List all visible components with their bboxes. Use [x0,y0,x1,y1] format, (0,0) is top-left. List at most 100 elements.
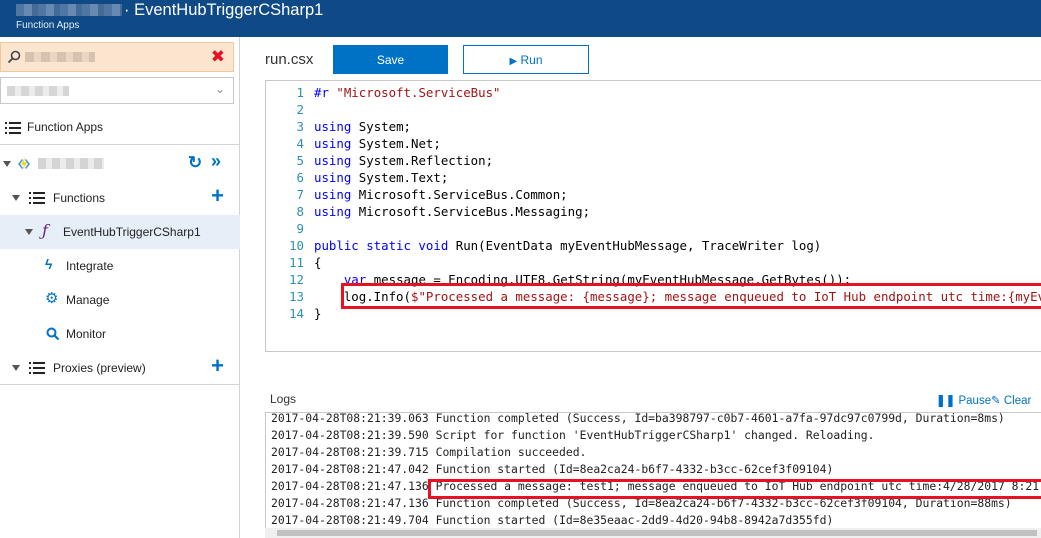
chevron-down-icon: ⌄ [214,82,225,96]
page-subtitle: Function Apps [16,20,80,31]
add-proxy-icon[interactable]: + [211,355,224,377]
code-text: } [314,305,321,322]
refresh-icon[interactable]: ↻ [188,153,202,173]
code-token: using [314,187,352,202]
page-title: · EventHubTriggerCSharp1 [124,1,324,19]
sidebar-item-monitor[interactable]: Monitor [0,317,240,351]
code-line[interactable]: 5 using System.Reflection; [266,152,1041,169]
search-text-redacted [25,52,95,62]
code-text: #r "Microsoft.ServiceBus" [314,84,501,101]
divider [0,144,240,145]
expand-icon [12,365,20,371]
sidebar-item-eventhubtriggercsharp1[interactable]: ƒ EventHubTriggerCSharp1 [0,215,240,249]
code-line[interactable]: 1 #r "Microsoft.ServiceBus" [266,84,1041,101]
code-line[interactable]: 3 using System; [266,118,1041,135]
code-token: public static void [314,238,449,253]
expand-icon [12,195,20,201]
expand-icon [3,161,11,167]
code-text: using System.Reflection; [314,152,493,169]
subscription-text-redacted [7,86,69,96]
line-number: 13 [289,289,304,304]
clear-search-icon[interactable]: ✖ [211,47,225,67]
run-button[interactable]: ▶ Run [463,45,589,74]
code-token: } [314,306,322,321]
clear-icon: ✎ [991,395,1001,407]
code-line[interactable]: 9 [266,220,1041,237]
line-number: 5 [296,153,304,168]
add-function-icon[interactable]: + [211,185,224,207]
code-token: System.Reflection; [351,153,494,168]
file-name: run.csx [265,51,314,68]
code-text: using Microsoft.ServiceBus.Messaging; [314,203,590,220]
code-line[interactable]: 2 [266,101,1041,118]
line-number: 14 [289,306,304,321]
code-token: using [314,153,352,168]
code-line[interactable]: 6 using System.Text; [266,169,1041,186]
code-token: #r [314,85,329,100]
line-number: 7 [296,187,304,202]
sidebar-item-function-apps[interactable]: Function Apps [0,110,240,144]
lightning-icon: ϟ [45,256,53,272]
search-icon [46,327,60,341]
code-token: Microsoft.ServiceBus.Messaging; [351,204,591,219]
code-line[interactable]: 10 public static void Run(EventData myEve… [266,237,1041,254]
line-number: 3 [296,119,304,134]
code-token: { [314,255,322,270]
code-text: using Microsoft.ServiceBus.Common; [314,186,568,203]
search-icon [7,50,21,64]
code-text: using System.Text; [314,169,448,186]
log-line: 2017-04-28T08:21:39.063 Function complet… [271,413,1005,425]
highlight-box-log [428,479,1041,499]
scrollbar-thumb[interactable] [277,530,1037,536]
breadcrumb-redacted[interactable] [16,4,122,16]
log-output[interactable]: 2017-04-28T08:21:39.063 Function complet… [265,413,1041,538]
log-line: 2017-04-28T08:21:39.715 Compilation succ… [271,445,587,459]
divider [0,384,240,385]
code-line[interactable]: 8 using Microsoft.ServiceBus.Messaging; [266,203,1041,220]
list-icon [29,362,45,374]
horizontal-scrollbar[interactable] [265,528,1041,538]
line-number: 12 [289,272,304,287]
line-number: 6 [296,170,304,185]
line-number: 4 [296,136,304,151]
sidebar-item-proxies[interactable]: Proxies (preview) + [0,351,240,385]
pause-button[interactable]: ❚❚ Pause [936,393,991,407]
line-number: 10 [289,238,304,253]
sidebar-item-manage[interactable]: ⚙ Manage [0,283,240,317]
line-number: 2 [296,102,304,117]
code-token: "Microsoft.ServiceBus" [336,85,501,100]
log-line: 2017-04-28T08:21:39.590 Script for funct… [271,428,875,442]
code-token: System; [351,119,411,134]
sidebar-search[interactable]: ✖ [0,42,234,72]
code-token: System.Net; [351,136,441,151]
sidebar-item-function-app[interactable]: ↻ » [0,147,240,181]
function-icon: ƒ [42,221,48,240]
code-editor[interactable]: 1 #r "Microsoft.ServiceBus" 2 3 using System… [265,80,1041,352]
gear-icon: ⚙ [45,290,59,307]
expand-all-icon[interactable]: » [211,151,221,172]
code-text: { [314,254,321,271]
code-line[interactable]: 7 using Microsoft.ServiceBus.Common; [266,186,1041,203]
log-line: 2017-04-28T08:21:49.704 Function started… [271,513,834,527]
function-app-name-redacted [38,158,104,169]
sidebar-item-integrate[interactable]: ϟ Integrate [0,249,240,283]
line-number: 8 [296,204,304,219]
clear-button[interactable]: ✎ Clear [991,393,1031,407]
code-token: using [314,204,352,219]
tab-logs[interactable]: Logs [270,392,296,406]
code-line[interactable]: 11 { [266,254,1041,271]
code-line[interactable]: 4 using System.Net; [266,135,1041,152]
code-text: using System; [314,118,411,135]
expand-icon [25,229,33,235]
line-number: 9 [296,221,304,236]
subscription-select[interactable]: ⌄ [0,77,234,104]
code-text: using System.Net; [314,135,441,152]
log-line: 2017-04-28T08:21:47.042 Function started… [271,462,834,476]
sidebar-item-functions[interactable]: Functions + [0,181,240,215]
save-button[interactable]: Save [333,45,448,74]
code-token: using [314,119,352,134]
code-token: System.Text; [351,170,449,185]
line-number: 1 [296,85,304,100]
